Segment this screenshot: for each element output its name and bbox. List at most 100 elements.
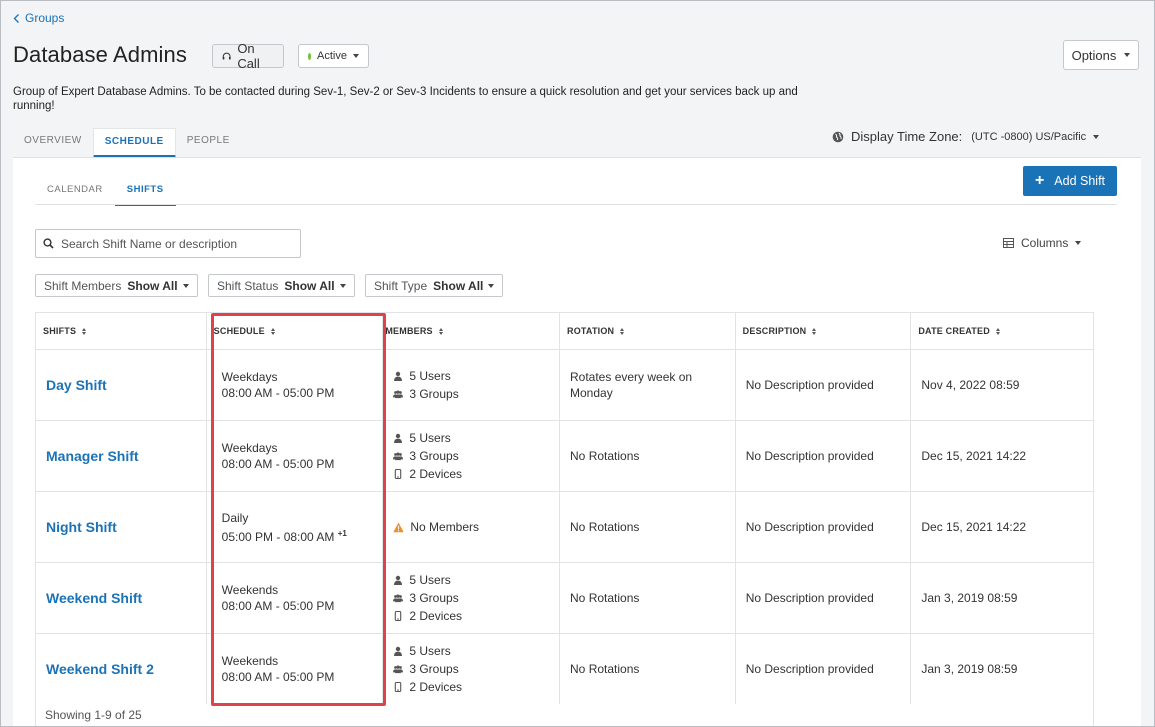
description-text: No Description provided [745,378,874,392]
filter-value: Show All [284,278,335,293]
date-created: Jan 3, 2019 08:59 [921,591,1018,605]
members-groups: 3 Groups [393,385,559,403]
column-header-schedule[interactable]: SCHEDULE [207,313,384,349]
on-call-label: On Call [237,41,260,71]
schedule-time: 08:00 AM - 05:00 PM [221,386,335,400]
users-group-icon [393,390,404,399]
add-shift-label: Add Shift [1054,174,1106,188]
tab-people[interactable]: PEOPLE [176,128,241,158]
column-header-label: DATE CREATED [918,326,990,336]
plus-icon: + [1034,172,1045,189]
active-status-dot-icon [308,52,312,60]
tab-schedule[interactable]: SCHEDULE [92,128,176,158]
search-box [35,229,301,258]
caret-down-icon [1124,53,1131,57]
shift-name-link[interactable]: Weekend Shift 2 [46,661,206,677]
column-header-label: SCHEDULE [213,326,265,336]
description-text: No Description provided [745,449,874,463]
shift-name-link[interactable]: Weekend Shift [46,590,206,606]
schedule-time: 08:00 AM - 05:00 PM [221,670,335,684]
table-columns-icon [1003,238,1014,248]
user-icon [394,371,403,381]
members-users: 5 Users [393,429,559,447]
schedule-days: Weekdays [221,441,278,455]
members-groups: 3 Groups [393,447,559,465]
column-header-members[interactable]: MEMBERS [383,313,560,349]
app-window: Groups Database Admins On Call Active Op… [0,0,1155,727]
table-row: Weekend Shift Weekends 08:00 AM - 05:00 P… [36,563,1093,634]
filter-shift-members[interactable]: Shift Members Show All [35,274,198,297]
column-header-label: DESCRIPTION [742,326,807,336]
filter-value: Show All [433,278,484,293]
members-groups: 3 Groups [393,660,559,678]
column-header-shifts[interactable]: SHIFTS [36,313,207,349]
table-row: Weekend Shift 2 Weekends 08:00 AM - 05:00… [36,634,1093,705]
status-label: Active [317,50,347,62]
columns-label: Columns [1021,236,1069,250]
tab-shifts[interactable]: SHIFTS [114,175,176,206]
column-header-label: ROTATION [567,326,615,336]
members-devices: 2 Devices [393,678,559,696]
mobile-device-icon [395,682,402,692]
caret-down-icon [1075,241,1082,245]
headset-icon [222,52,231,59]
users-group-icon [393,665,404,674]
page-title: Database Admins [13,42,187,67]
shift-name-link[interactable]: Manager Shift [46,448,206,464]
back-link[interactable]: Groups [13,11,64,25]
shift-name-link[interactable]: Day Shift [46,377,206,393]
shifts-table: SHIFTS SCHEDULE MEMBERS ROTATION DESCRIP… [35,312,1094,706]
column-header-date-created[interactable]: DATE CREATED [911,313,1093,349]
table-row: Manager Shift Weekdays 08:00 AM - 05:00 P… [36,421,1093,492]
pagination-summary: Showing 1-9 of 25 [35,704,1094,726]
filter-label: Shift Status [217,278,279,293]
members-warning: No Members [393,518,559,536]
schedule-time-wrap: 05:00 PM - 08:00 AM +1 [222,526,383,545]
status-dropdown[interactable]: Active [298,44,369,68]
shift-name-link[interactable]: Night Shift [46,519,206,535]
column-header-description[interactable]: DESCRIPTION [736,313,912,349]
date-created: Dec 15, 2021 14:22 [921,520,1027,534]
filter-shift-status[interactable]: Shift Status Show All [208,274,355,297]
mobile-device-icon [395,611,402,621]
user-icon [394,646,403,656]
mobile-device-icon [395,469,402,479]
filter-value: Show All [127,278,178,293]
tab-overview[interactable]: OVERVIEW [13,128,93,158]
search-icon [43,238,54,249]
warning-icon [393,522,405,532]
back-link-label: Groups [25,11,65,25]
caret-down-icon [1093,134,1100,139]
user-icon [394,433,403,443]
date-created: Nov 4, 2022 08:59 [921,378,1020,392]
main-tabs: OVERVIEW SCHEDULE PEOPLE [13,128,241,158]
timezone-value: (UTC -0800) US/Pacific [971,130,1087,143]
schedule-time: 05:00 PM - 08:00 AM [221,529,335,544]
schedule-days: Weekdays [221,370,278,384]
rotation-text: No Rotations [570,591,640,605]
column-header-rotation[interactable]: ROTATION [560,313,736,349]
users-group-icon [393,594,404,603]
members-devices: 2 Devices [393,465,559,483]
date-created: Jan 3, 2019 08:59 [921,662,1018,676]
columns-dropdown[interactable]: Columns [1003,236,1082,250]
rotation-text: No Rotations [570,662,640,676]
on-call-button[interactable]: On Call [212,41,284,71]
add-shift-button[interactable]: + Add Shift [1023,166,1117,196]
options-label: Options [1071,47,1117,63]
members-users: 5 Users [393,571,559,589]
members-groups: 3 Groups [393,589,559,607]
schedule-panel: CALENDAR SHIFTS + Add Shift Columns Shif… [13,158,1141,726]
tab-calendar[interactable]: CALENDAR [35,175,115,206]
members-users: 5 Users [393,367,559,385]
table-header: SHIFTS SCHEDULE MEMBERS ROTATION DESCRIP… [36,313,1093,350]
schedule-time: 08:00 AM - 05:00 PM [221,457,335,471]
filter-shift-type[interactable]: Shift Type Show All [365,274,504,297]
timezone-selector[interactable]: Display Time Zone: (UTC -0800) US/Pacifi… [832,129,1100,144]
options-dropdown[interactable]: Options [1063,40,1139,70]
next-day-marker: +1 [337,528,347,538]
column-header-label: SHIFTS [43,326,77,336]
column-header-label: MEMBERS [385,326,433,336]
search-input[interactable] [61,236,291,251]
sort-icon [82,327,87,335]
